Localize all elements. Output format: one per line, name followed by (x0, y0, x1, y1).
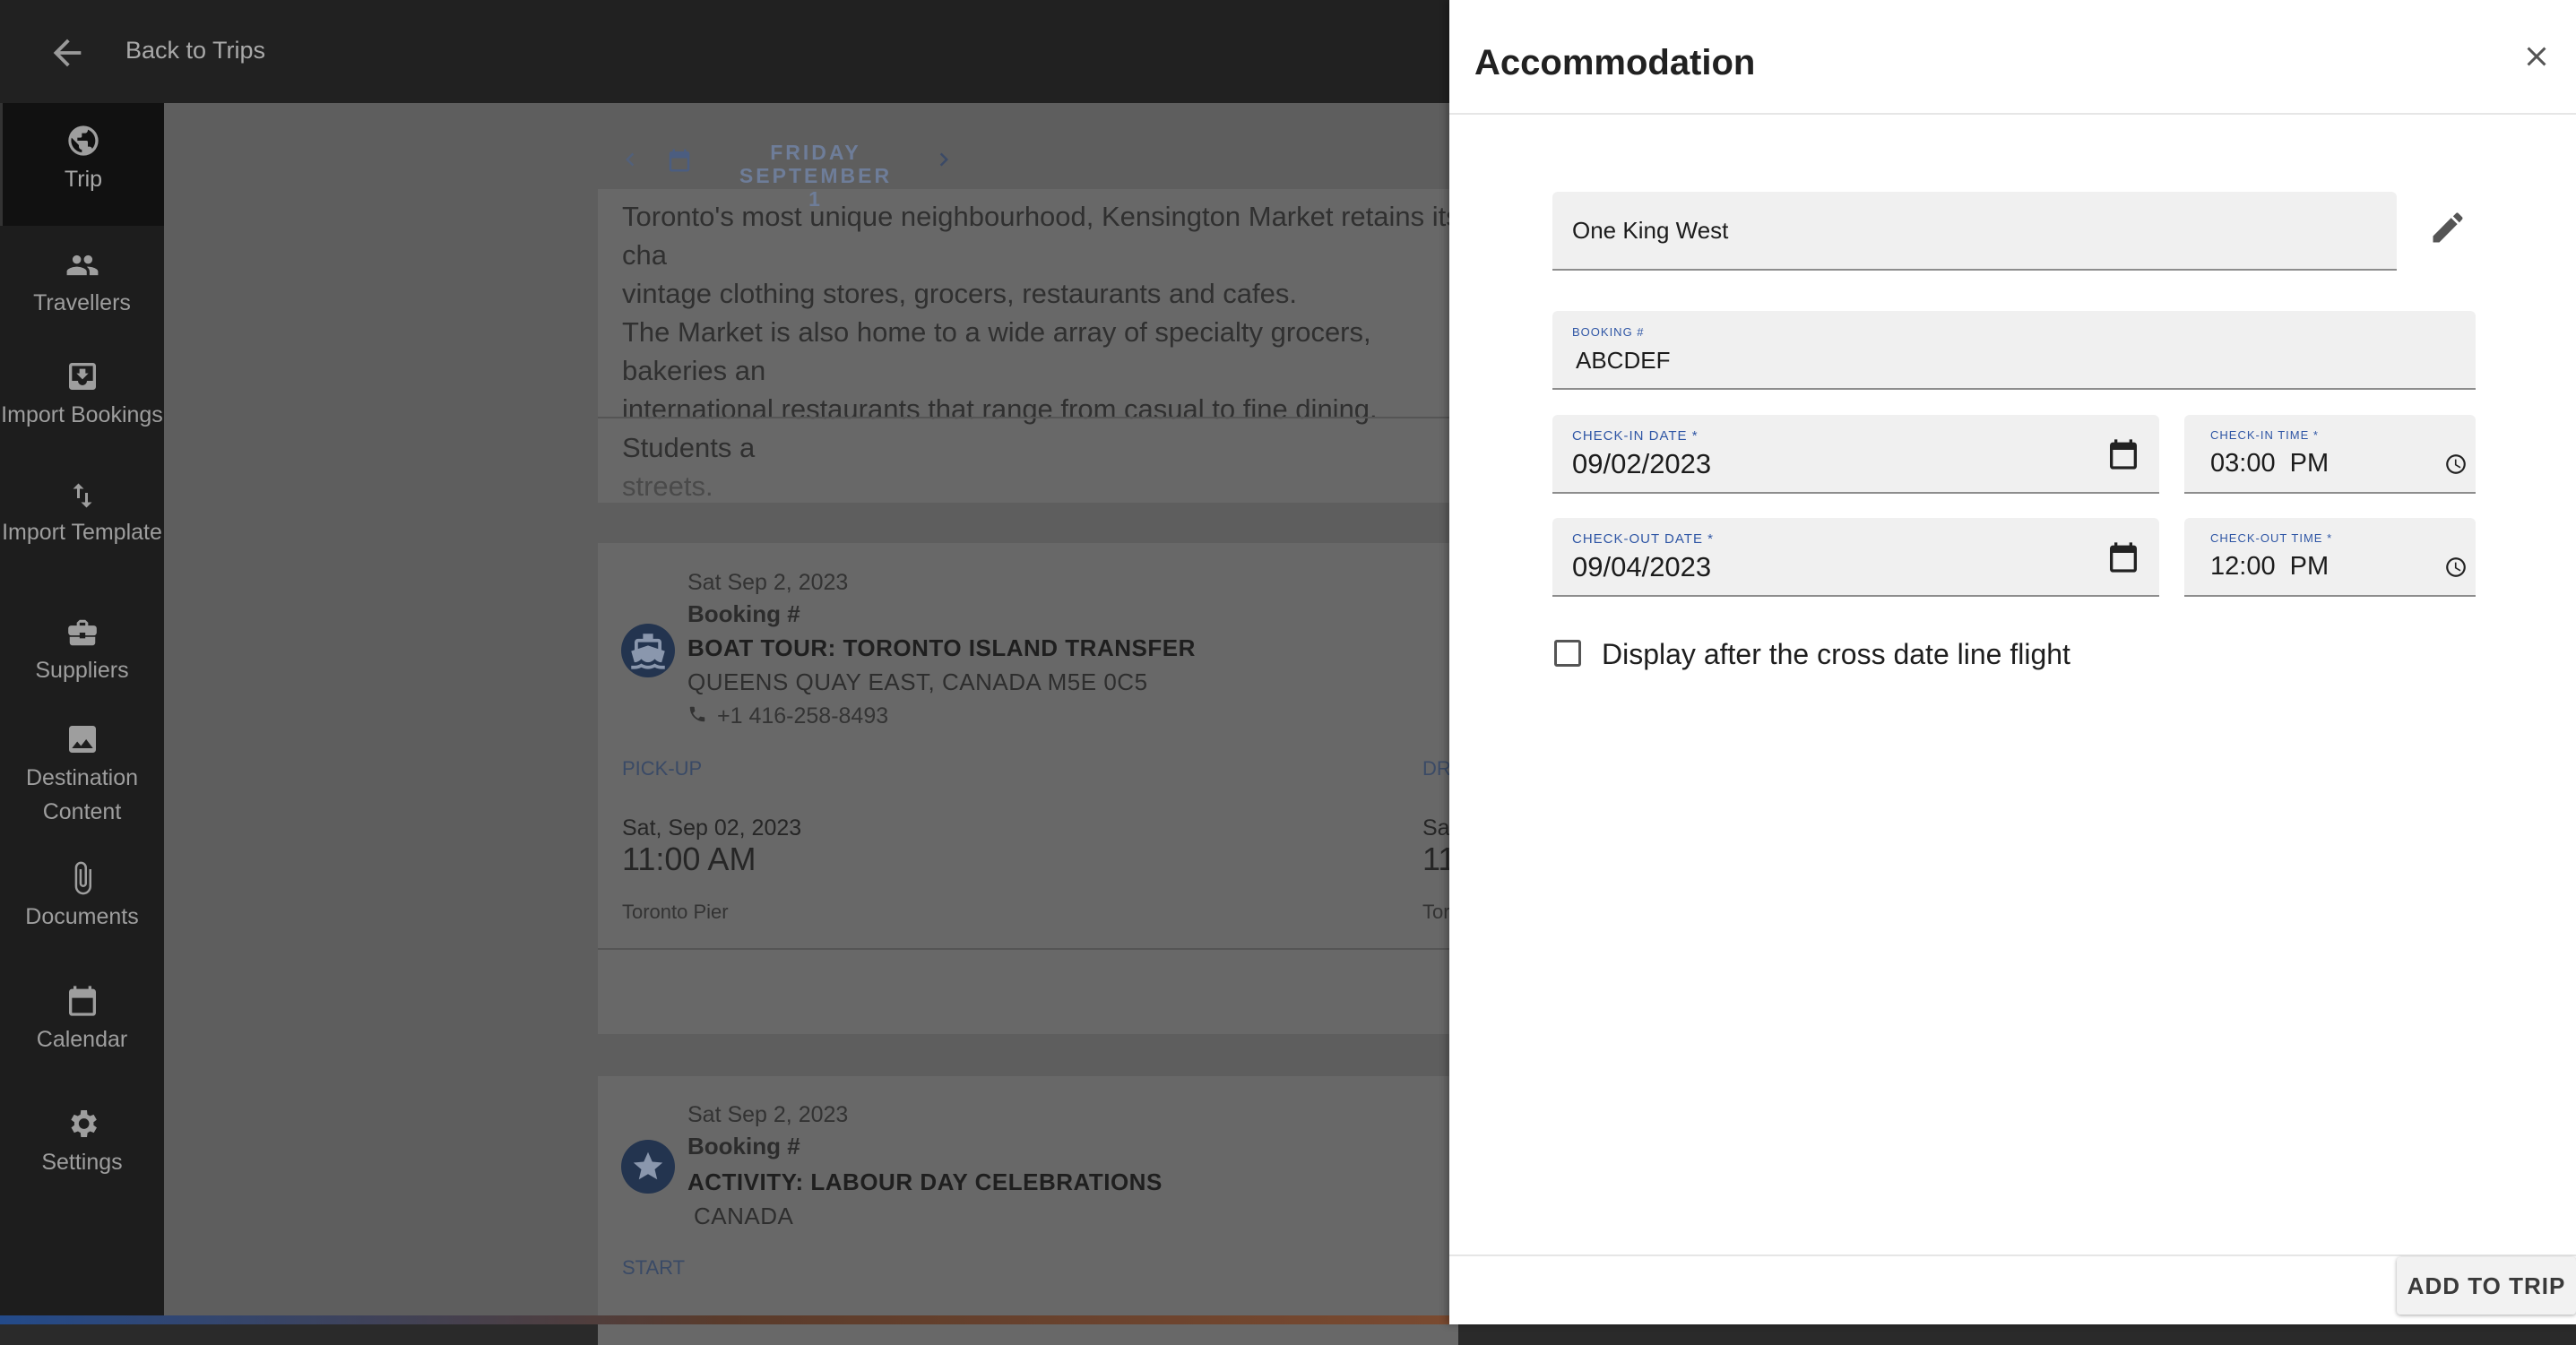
sidebar-item-documents[interactable]: Documents (0, 860, 164, 934)
start-label: START (622, 1256, 686, 1279)
pickup-label: PICK-UP (622, 757, 703, 780)
sidebar-item-trip[interactable]: Trip (0, 103, 164, 226)
booking-number: Booking # (687, 600, 800, 627)
divider (598, 417, 1458, 418)
add-to-trip-button[interactable]: ADD TO TRIP (2397, 1257, 2576, 1315)
sidebar-item-label: Suppliers (35, 658, 129, 683)
drawer-title: Accommodation (1474, 43, 1756, 82)
check-in-time-value: 03:00 PM (2210, 449, 2330, 478)
sidebar-item-label: Destination Content (25, 765, 139, 824)
sidebar: Trip Travellers Import Bookings Import T… (0, 103, 164, 1324)
pickup-place: Toronto Pier (622, 901, 729, 923)
close-icon[interactable] (2520, 40, 2553, 73)
accommodation-name-field[interactable]: One King West (1552, 192, 2397, 271)
check-in-date-field[interactable]: CHECK-IN DATE * 09/02/2023 (1552, 415, 2159, 494)
pickup-time: 11:00 AM (622, 841, 756, 877)
sidebar-item-travellers[interactable]: Travellers (0, 248, 164, 320)
booking-date: Sat Sep 2, 2023 (687, 570, 849, 595)
booking-phone[interactable]: +1 416-258-8493 (717, 703, 888, 729)
booking-number-field[interactable]: BOOKING # ABCDEF (1552, 311, 2476, 390)
gear-icon (70, 1110, 97, 1137)
sidebar-item-label: Calendar (36, 1027, 128, 1052)
clock-icon[interactable] (2444, 556, 2468, 579)
sidebar-item-destination-content[interactable]: Destination Content (0, 721, 164, 829)
calendar-icon (669, 149, 690, 172)
drawer-header: Accommodation (1449, 0, 2576, 115)
sidebar-item-suppliers[interactable]: Suppliers (0, 616, 164, 687)
booking-number-label: BOOKING # (1572, 325, 1645, 339)
check-out-time-value: 12:00 PM (2210, 552, 2330, 581)
check-in-date-value: 09/02/2023 (1572, 448, 1712, 479)
import-icon (68, 363, 96, 390)
accommodation-name-value: One King West (1572, 217, 1729, 244)
accommodation-drawer: Accommodation One King West BOOKING # AB… (1449, 0, 2576, 1324)
sidebar-item-label: Settings (41, 1150, 123, 1175)
cross-date-line-checkbox[interactable] (1554, 640, 1581, 667)
booking-title: ACTIVITY: LABOUR DAY CELEBRATIONS (687, 1168, 1163, 1195)
check-out-date-value: 09/04/2023 (1572, 551, 1712, 582)
sidebar-item-import-bookings[interactable]: Import Bookings (0, 358, 164, 432)
cross-date-line-label[interactable]: Display after the cross date line flight (1602, 638, 2070, 671)
chevron-left-icon[interactable] (617, 146, 644, 173)
briefcase-icon (67, 619, 97, 646)
divider (598, 948, 1458, 950)
sidebar-item-label: Import Bookings (1, 402, 163, 427)
sidebar-item-label: Travellers (33, 290, 131, 315)
date-navigator: FRIDAY SEPTEMBER 1 (617, 135, 975, 211)
booking-date: Sat Sep 2, 2023 (687, 1102, 849, 1127)
image-icon (68, 726, 96, 753)
paperclip-icon (74, 861, 91, 895)
dropoff-date: Sa (1422, 815, 1450, 841)
sidebar-item-label: Trip (64, 167, 103, 192)
phone-icon (689, 706, 705, 722)
booking-number: Booking # (687, 1133, 800, 1160)
check-out-date-label: CHECK-OUT DATE * (1572, 531, 1714, 547)
top-bar: Back to Trips (0, 0, 1449, 103)
boat-icon (621, 624, 675, 677)
sidebar-item-label: Import Template (2, 520, 162, 545)
check-out-time-field[interactable]: CHECK-OUT TIME * 12:00 PM (2184, 518, 2476, 597)
booking-title: BOAT TOUR: TORONTO ISLAND TRANSFER (687, 634, 1196, 661)
check-in-time-label: CHECK-IN TIME * (2210, 428, 2319, 442)
calendar-icon[interactable] (2105, 436, 2141, 472)
desktop-background-strip (0, 1315, 1449, 1324)
swap-vertical-icon (73, 483, 91, 508)
people-icon (66, 254, 98, 276)
sidebar-item-import-template[interactable]: Import Template (0, 479, 164, 549)
dropoff-label: DR (1422, 757, 1451, 780)
check-in-time-field[interactable]: CHECK-IN TIME * 03:00 PM (2184, 415, 2476, 494)
check-out-date-field[interactable]: CHECK-OUT DATE * 09/04/2023 (1552, 518, 2159, 597)
chevron-right-icon[interactable] (930, 146, 957, 173)
globe-icon (68, 125, 99, 156)
check-in-date-label: CHECK-IN DATE * (1572, 428, 1699, 444)
back-to-trips-link[interactable]: Back to Trips (125, 37, 265, 65)
back-arrow-icon[interactable] (47, 32, 88, 73)
booking-address: CANADA (694, 1203, 794, 1229)
calendar-icon[interactable] (2105, 539, 2141, 575)
star-icon (621, 1140, 675, 1194)
calendar-icon (68, 986, 96, 1016)
check-out-time-label: CHECK-OUT TIME * (2210, 531, 2333, 545)
clock-icon[interactable] (2444, 453, 2468, 476)
booking-number-value: ABCDEF (1576, 347, 1671, 374)
pencil-icon[interactable] (2428, 208, 2468, 247)
sidebar-item-label: Documents (25, 904, 139, 929)
booking-address: QUEENS QUAY EAST, CANADA M5E 0C5 (687, 668, 1148, 695)
sidebar-item-calendar[interactable]: Calendar (0, 983, 164, 1056)
dropoff-place: Tor (1422, 901, 1450, 923)
sidebar-item-settings[interactable]: Settings (0, 1106, 164, 1179)
destination-description: Toronto's most unique neighbourhood, Ken… (622, 201, 1460, 502)
pickup-date: Sat, Sep 02, 2023 (622, 815, 802, 841)
